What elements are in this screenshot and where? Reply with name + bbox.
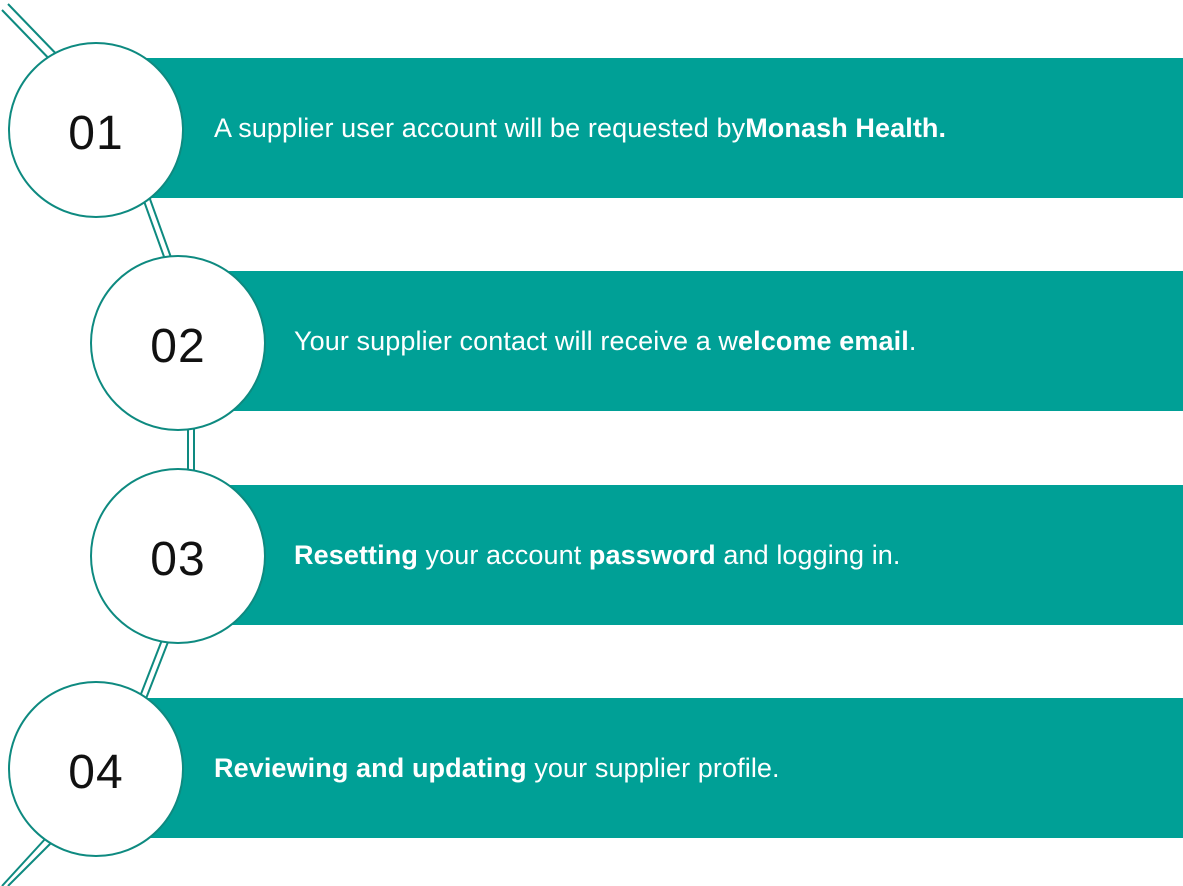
step-2-text: Your supplier contact will receive a w el… [294,271,1165,411]
step-2-text-part-2: elcome email [738,326,909,356]
step-1-number: 01 [68,106,124,160]
step-2-text-part-1: Your supplier contact will receive a w [294,326,739,356]
step-2-number: 02 [150,319,206,373]
step-4-circle: 04 [8,681,184,857]
step-4-text: Reviewing and updating your supplier pro… [214,698,1165,838]
step-2-text-part-3: . [908,326,917,356]
step-2-band: Your supplier contact will receive a w el… [176,271,1183,411]
step-4-band: Reviewing and updating your supplier pro… [96,698,1183,838]
step-1-text-part-1: A supplier user account will be requeste… [214,113,746,143]
step-4-text-part-1: Reviewing and updating [214,753,527,783]
step-3-text-part-2: your account [417,540,589,570]
step-3-text-part-1: Resetting [294,540,418,570]
step-3-circle: 03 [90,468,266,644]
step-1-text: A supplier user account will be requeste… [214,58,1123,198]
step-1-text-part-2: Monash Health. [745,113,947,143]
step-3-text-part-3: password [588,540,716,570]
step-3-text: Resetting your account password and logg… [294,485,1165,625]
step-3-band: Resetting your account password and logg… [176,485,1183,625]
step-4-number: 04 [68,745,124,799]
step-1-band: A supplier user account will be requeste… [96,58,1183,198]
step-2-circle: 02 [90,255,266,431]
step-4-text-part-2: your supplier profile. [526,753,780,783]
step-1-circle: 01 [8,42,184,218]
step-3-text-part-4: and logging in. [715,540,901,570]
step-3-number: 03 [150,532,206,586]
